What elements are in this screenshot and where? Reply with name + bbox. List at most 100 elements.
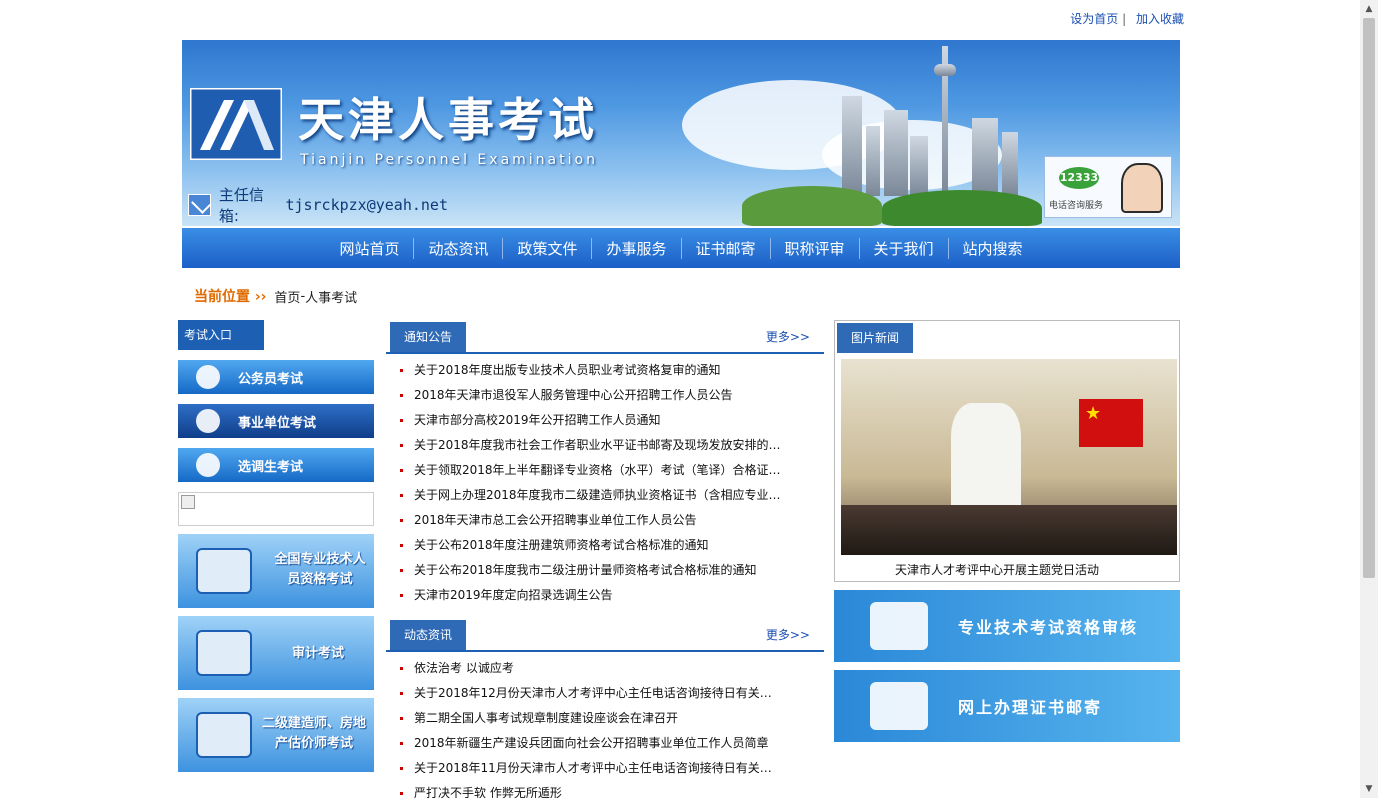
envelope-stack-icon (870, 682, 928, 730)
set-homepage-link[interactable]: 设为首页 (1070, 12, 1118, 26)
banner-building (866, 126, 880, 196)
breadcrumb: 当前位置 ›› 首页 - 人事考试 (182, 283, 1182, 309)
scrollbar-thumb[interactable] (1363, 18, 1375, 578)
list-item: 2018年天津市退役军人服务管理中心公开招聘工作人员公告 (394, 383, 804, 408)
scroll-up-icon[interactable]: ▲ (1360, 0, 1378, 18)
qualification-review-banner[interactable]: 专业技术考试资格审核 (834, 590, 1180, 662)
broken-image (178, 492, 374, 526)
list-item: 天津市2019年度定向招录选调生公告 (394, 583, 804, 608)
banner-building (884, 110, 908, 196)
public-institution-exam-label: 事业单位考试 (238, 415, 317, 431)
tab-picture-news[interactable]: 图片新闻 (837, 323, 913, 353)
scroll-down-icon[interactable]: ▼ (1360, 780, 1378, 798)
site-wrapper: 设为首页 | 加入收藏 天津人事考试 Tianjin Personnel Exa… (162, 0, 1198, 798)
cert-mail-banner[interactable]: 网上办理证书邮寄 (834, 670, 1180, 742)
qualification-review-label: 专业技术考试资格审核 (958, 618, 1139, 637)
selected-graduate-exam-button[interactable]: 选调生考试 (178, 448, 374, 482)
site-subtitle: Tianjin Personnel Examination (300, 152, 598, 168)
nav-title-review[interactable]: 职称评审 (771, 237, 860, 259)
banner-building (842, 96, 862, 196)
public-institution-exam-button[interactable]: 事业单位考试 (178, 404, 374, 438)
nav-cert-mail[interactable]: 证书邮寄 (682, 237, 771, 259)
notice-link[interactable]: 关于公布2018年度我市二级注册计量师资格考试合格标准的通知 (414, 563, 757, 577)
notice-list: 关于2018年度出版专业技术人员职业考试资格复审的通知 2018年天津市退役军人… (386, 358, 824, 608)
tab-news[interactable]: 动态资讯 (390, 620, 466, 650)
top-links-separator: | (1122, 12, 1127, 26)
professional-qualification-tile[interactable]: 全国专业技术人员资格考试 (178, 534, 374, 608)
list-item: 关于领取2018年上半年翻译专业资格（水平）考试（笔译）合格证… (394, 458, 804, 483)
list-item: 依法治考 以诚应考 (394, 656, 804, 681)
nav-services[interactable]: 办事服务 (592, 237, 682, 259)
operator-avatar (1121, 163, 1163, 213)
list-item: 关于网上办理2018年度我市二级建造师执业资格证书（含相应专业… (394, 483, 804, 508)
person-icon (196, 365, 220, 389)
director-mailbox[interactable]: 主任信箱: tjsrckpzx@yeah.net (188, 186, 448, 225)
news-link[interactable]: 2018年新疆生产建设兵团面向社会公开招聘事业单位工作人员简章 (414, 736, 769, 750)
list-item: 第二期全国人事考试规章制度建设座谈会在津召开 (394, 706, 804, 731)
photo-caption[interactable]: 天津市人才考评中心开展主题党日活动 (895, 561, 1099, 578)
banner-trees (742, 186, 882, 226)
hotline-badge: 12333 (1059, 167, 1099, 189)
news-link[interactable]: 第二期全国人事考试规章制度建设座谈会在津召开 (414, 711, 678, 725)
tab-notice[interactable]: 通知公告 (390, 322, 466, 352)
news-link[interactable]: 严打决不手软 作弊无所遁形 (414, 786, 562, 798)
news-more-link[interactable]: 更多>> (766, 626, 810, 643)
civil-servant-exam-label: 公务员考试 (238, 371, 304, 387)
hotline-service[interactable]: 12333 电话咨询服务 (1044, 156, 1172, 218)
notice-header: 通知公告 更多>> (386, 320, 824, 354)
site-title: 天津人事考试 (298, 93, 598, 147)
notice-link[interactable]: 2018年天津市退役军人服务管理中心公开招聘工作人员公告 (414, 388, 733, 402)
notice-link[interactable]: 关于领取2018年上半年翻译专业资格（水平）考试（笔译）合格证… (414, 463, 781, 477)
nav-news[interactable]: 动态资讯 (414, 237, 504, 259)
nav-about[interactable]: 关于我们 (860, 237, 949, 259)
vertical-scrollbar[interactable]: ▲ ▼ (1360, 0, 1378, 798)
audit-exam-tile[interactable]: 审计考试 (178, 616, 374, 690)
notice-link[interactable]: 天津市2019年度定向招录选调生公告 (414, 588, 613, 602)
envelope-icon (188, 194, 211, 216)
house-icon (196, 712, 252, 758)
folder-icon (196, 548, 252, 594)
news-link[interactable]: 关于2018年11月份天津市人才考评中心主任电话咨询接待日有关… (414, 761, 772, 775)
audit-exam-label: 审计考试 (291, 646, 344, 661)
magnifier-book-icon (870, 602, 928, 650)
breadcrumb-home[interactable]: 首页 (274, 287, 300, 306)
notice-link[interactable]: 关于网上办理2018年度我市二级建造师执业资格证书（含相应专业… (414, 488, 781, 502)
notice-more-link[interactable]: 更多>> (766, 328, 810, 345)
banner-building (1002, 132, 1018, 196)
banner-trees (882, 190, 1042, 226)
mailbox-label: 主任信箱: (218, 186, 264, 225)
site-logo (190, 88, 282, 160)
notice-link[interactable]: 2018年天津市总工会公开招聘事业单位工作人员公告 (414, 513, 697, 527)
hotline-label: 电话咨询服务 (1049, 201, 1104, 211)
constructor-valuer-label: 二级建造师、房地产估价师考试 (262, 716, 367, 751)
notice-link[interactable]: 天津市部分高校2019年公开招聘工作人员通知 (414, 413, 661, 427)
party-flag (1079, 399, 1143, 447)
news-link[interactable]: 关于2018年12月份天津市人才考评中心主任电话咨询接待日有关… (414, 686, 772, 700)
list-item: 关于公布2018年度注册建筑师资格考试合格标准的通知 (394, 533, 804, 558)
nav-policy[interactable]: 政策文件 (503, 237, 593, 259)
news-link[interactable]: 依法治考 以诚应考 (414, 661, 514, 675)
main-nav: 网站首页 动态资讯 政策文件 办事服务 证书邮寄 职称评审 关于我们 站内搜索 (182, 228, 1180, 268)
notice-link[interactable]: 关于2018年度我市社会工作者职业水平证书邮寄及现场发放安排的… (414, 438, 781, 452)
constructor-valuer-tile[interactable]: 二级建造师、房地产估价师考试 (178, 698, 374, 772)
nav-home[interactable]: 网站首页 (325, 237, 415, 259)
news-photo[interactable] (841, 359, 1177, 555)
selected-graduate-exam-label: 选调生考试 (238, 459, 304, 475)
news-list: 依法治考 以诚应考 关于2018年12月份天津市人才考评中心主任电话咨询接待日有… (386, 656, 824, 798)
cert-mail-label: 网上办理证书邮寄 (958, 698, 1103, 717)
picture-news-box: 图片新闻 天津市人才考评中心开展主题党日活动 (834, 320, 1180, 582)
notice-link[interactable]: 关于公布2018年度注册建筑师资格考试合格标准的通知 (414, 538, 709, 552)
list-item: 天津市部分高校2019年公开招聘工作人员通知 (394, 408, 804, 433)
notice-link[interactable]: 关于2018年度出版专业技术人员职业考试资格复审的通知 (414, 363, 721, 377)
page: 设为首页 | 加入收藏 天津人事考试 Tianjin Personnel Exa… (0, 0, 1378, 798)
news-header: 动态资讯 更多>> (386, 618, 824, 652)
list-item: 关于2018年度我市社会工作者职业水平证书邮寄及现场发放安排的… (394, 433, 804, 458)
center-column: 通知公告 更多>> 关于2018年度出版专业技术人员职业考试资格复审的通知 20… (386, 320, 824, 798)
breadcrumb-current[interactable]: 人事考试 (305, 287, 357, 306)
civil-servant-exam-button[interactable]: 公务员考试 (178, 360, 374, 394)
nav-search[interactable]: 站内搜索 (949, 238, 1037, 259)
mailbox-address[interactable]: tjsrckpzx@yeah.net (285, 196, 448, 214)
list-item: 关于2018年12月份天津市人才考评中心主任电话咨询接待日有关… (394, 681, 804, 706)
add-favorite-link[interactable]: 加入收藏 (1136, 12, 1184, 26)
broken-image-icon (181, 495, 195, 509)
